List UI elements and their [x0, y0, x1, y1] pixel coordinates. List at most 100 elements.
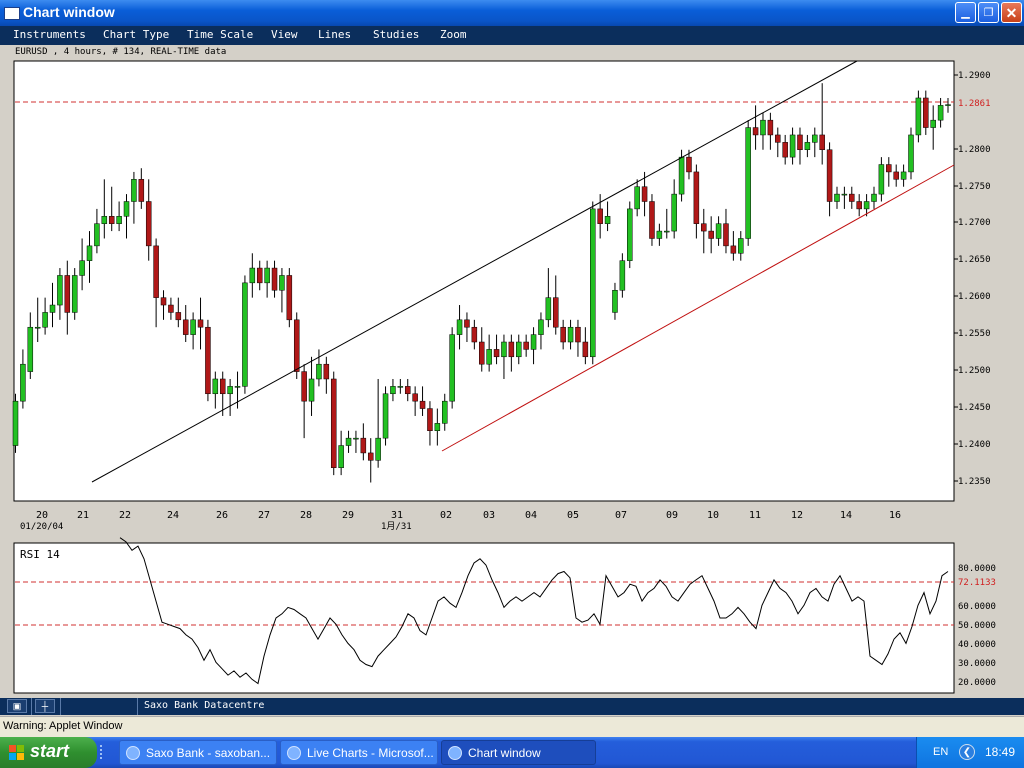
price-axis: 1.2900 1.2800 1.2750 1.2700 1.2650 1.260… [958, 71, 991, 487]
candle-body [553, 297, 559, 328]
candle-body [323, 363, 330, 380]
candle-body [279, 275, 285, 291]
candle-body [619, 260, 626, 291]
candle-body [627, 208, 633, 261]
candle-body [671, 193, 677, 232]
candle-body [937, 105, 944, 121]
candle-body [767, 119, 774, 136]
candle-body [708, 230, 714, 239]
status-toolbar-button[interactable]: ▣ [7, 699, 27, 713]
candle-body [797, 134, 803, 150]
candle-body [775, 134, 781, 143]
candle-body [590, 208, 596, 358]
candle-body [301, 371, 307, 402]
candle-body [900, 171, 907, 180]
candle-body [567, 326, 574, 343]
candle-body [508, 341, 515, 358]
candle-body [730, 245, 737, 254]
candle-body [138, 179, 145, 202]
candle-body [486, 349, 492, 365]
candle-body [530, 334, 537, 350]
task-live-charts[interactable]: Live Charts - Microsof... [280, 740, 438, 765]
candle-body [908, 134, 914, 173]
tray-expand-button[interactable]: ❮ [959, 744, 975, 760]
applet-warning-bar: Warning: Applet Window [0, 716, 1024, 737]
date-label: 20 [36, 510, 48, 521]
applet-warning-text: Warning: Applet Window [3, 720, 123, 732]
task-saxo-bank[interactable]: Saxo Bank - saxoban... [119, 740, 277, 765]
candle-body [419, 400, 426, 409]
rsi-title: RSI 14 [20, 548, 60, 561]
candle-body [745, 127, 751, 239]
candle-body [160, 297, 167, 306]
rsi-axis: 80.0000 60.0000 50.0000 40.0000 30.0000 … [958, 564, 996, 688]
candle-body [256, 267, 263, 284]
price-label: 1.2550 [958, 329, 991, 339]
price-label: 1.2400 [958, 440, 991, 450]
candle-body [182, 319, 189, 335]
candle-body [760, 119, 766, 136]
candle-body [715, 223, 722, 239]
candle-body [12, 400, 19, 446]
candle-body [316, 363, 322, 380]
price-label: 1.2800 [958, 145, 991, 155]
candle-body [516, 341, 522, 358]
candle-body [945, 104, 951, 106]
candle-body [641, 186, 648, 202]
task-chart-window[interactable]: Chart window [441, 740, 596, 765]
date-label: 05 [567, 510, 579, 521]
start-label: start [30, 741, 70, 761]
candle-body [930, 119, 936, 128]
candle-body [34, 326, 41, 329]
clock: 18:49 [985, 745, 1016, 759]
candle-body [234, 386, 241, 388]
taskbar: start Saxo Bank - saxoban... Live Charts… [0, 737, 1024, 768]
candle-body [812, 134, 818, 143]
chevron-left-icon: ❮ [962, 747, 972, 758]
candle-body [597, 208, 603, 224]
candle-body [367, 452, 374, 461]
date-sub-label: 1月/31 [381, 521, 412, 532]
candle-body [738, 238, 744, 254]
candle-body [656, 230, 663, 239]
date-label: 14 [840, 510, 852, 521]
date-label: 21 [77, 510, 89, 521]
start-button[interactable]: start [0, 737, 97, 768]
candle-body [893, 171, 899, 180]
candle-body [434, 423, 441, 431]
price-label: 1.2450 [958, 403, 991, 413]
candle-body [219, 378, 226, 395]
browser-icon [448, 746, 462, 760]
candle-body [886, 164, 892, 173]
candle-body [804, 142, 811, 150]
rsi-label: 40.0000 [958, 640, 996, 650]
date-label: 04 [525, 510, 537, 521]
candle-body [701, 223, 707, 232]
candle-body [678, 156, 685, 195]
candle-body [153, 245, 159, 298]
candle-body [782, 142, 788, 158]
candle-body [116, 216, 122, 224]
date-label: 16 [889, 510, 901, 521]
date-label: 07 [615, 510, 627, 521]
candle-body [108, 216, 115, 224]
price-label: 1.2500 [958, 366, 991, 376]
date-label: 03 [483, 510, 495, 521]
candle-body [330, 378, 337, 468]
candle-body [826, 149, 833, 202]
candle-body [20, 363, 26, 402]
candle-body [538, 319, 544, 335]
candle-body [456, 319, 463, 335]
status-crosshair-button[interactable]: ┼ [35, 699, 55, 713]
candle-body [86, 245, 93, 261]
candle-body [123, 201, 130, 217]
candle-body [479, 341, 485, 365]
candle-body [871, 193, 877, 202]
time-axis: 20 21 22 24 26 27 28 29 31 02 03 04 05 0… [20, 510, 901, 532]
candle-body [375, 437, 381, 461]
current-price-label: 1.2861 [958, 99, 991, 109]
candle-body [94, 223, 100, 247]
language-indicator[interactable]: EN [933, 746, 948, 758]
candle-body [649, 201, 655, 239]
rsi-label: 60.0000 [958, 602, 996, 612]
